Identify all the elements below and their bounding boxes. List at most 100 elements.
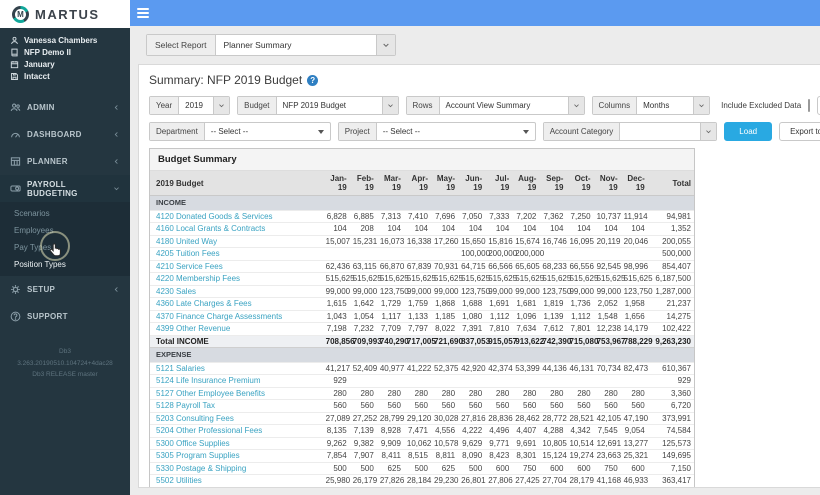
current-user: Vanessa Chambers (0, 34, 130, 46)
account-link[interactable]: 4370 Finance Charge Assessments (150, 310, 323, 323)
sidebar-item-support[interactable]: SUPPORT (0, 303, 130, 330)
account-link[interactable]: 5300 Office Supplies (150, 437, 323, 450)
value-cell: 15,674 (512, 235, 540, 248)
value-cell: 42,105 (593, 412, 621, 425)
chevron-down-icon[interactable] (693, 97, 710, 114)
sidebar-item-planner[interactable]: PLANNER (0, 148, 130, 175)
value-cell: 9,054 (620, 424, 648, 438)
value-cell: 515,625 (349, 272, 382, 286)
rows-select[interactable]: Account View Summary (440, 97, 568, 114)
value-cell: 500 (403, 462, 431, 475)
value-cell: 52,375 (431, 362, 458, 375)
account-link[interactable]: 4120 Donated Goods & Services (150, 210, 323, 223)
value-cell: 750 (593, 462, 621, 475)
year-select[interactable]: 2019 (179, 97, 213, 114)
department-select[interactable]: -- Select -- (205, 123, 330, 140)
sidebar-item-dashboard[interactable]: DASHBOARD (0, 121, 130, 148)
table-row: 5503 Janitorial Services12,82412,99313,7… (150, 487, 694, 488)
account-link[interactable]: 5330 Postage & Shipping (150, 462, 323, 475)
account-link[interactable]: 4230 Sales (150, 285, 323, 298)
value-cell: 1,681 (512, 297, 540, 311)
rows-filter: Rows Account View Summary (405, 96, 585, 115)
chevron-down-icon[interactable] (567, 97, 584, 114)
account-link[interactable]: 5204 Other Professional Fees (150, 424, 323, 438)
value-cell: 1,759 (403, 297, 431, 311)
value-cell: 929 (322, 374, 350, 388)
value-cell: 1,642 (349, 297, 377, 311)
sidebar-item-label: SUPPORT (27, 312, 68, 321)
chevron-down-icon[interactable] (700, 123, 717, 140)
account-link[interactable]: 5305 Program Supplies (150, 449, 323, 463)
value-cell: 8,301 (512, 449, 540, 463)
chevron-down-icon[interactable] (381, 97, 398, 114)
columns-filter: Columns Months (591, 96, 711, 115)
value-cell: 20,046 (620, 235, 648, 248)
value-cell: 70,734 (593, 362, 621, 375)
account-link[interactable]: 4160 Local Grants & Contracts (150, 222, 323, 236)
value-cell: 42,374 (485, 362, 513, 375)
export-to-excel-button[interactable]: Export to Excel (779, 122, 820, 141)
value-cell: 40,977 (376, 362, 404, 375)
sidebar-item-pay-types[interactable]: Pay Types (0, 239, 130, 256)
chevron-down-icon[interactable] (213, 97, 230, 114)
value-cell: 99,000 (512, 285, 540, 298)
sidebar-item-setup[interactable]: SETUP (0, 276, 130, 303)
account-link[interactable]: 5503 Janitorial Services (150, 487, 323, 488)
account-link[interactable]: 4205 Tuition Fees (150, 247, 323, 261)
account-link[interactable]: 5124 Life Insurance Premium (150, 374, 323, 388)
value-cell: 173,474 (648, 487, 694, 488)
include-excluded-checkbox[interactable] (808, 99, 811, 112)
project-select[interactable]: -- Select -- (377, 123, 535, 140)
account-category-select[interactable] (620, 123, 700, 140)
table-row: 4360 Late Charges & Fees 1,615 1,642 1,729 1… (150, 297, 694, 311)
include-excluded-label: Include Excluded Data (721, 101, 802, 110)
help-icon[interactable]: ? (307, 74, 319, 86)
account-link[interactable]: 5128 Payroll Tax (150, 399, 323, 413)
account-link[interactable]: 4180 United Way (150, 235, 323, 248)
account-link[interactable]: 4210 Service Fees (150, 260, 323, 273)
dashboard-icon (10, 129, 21, 140)
value-cell: 27,252 (349, 412, 377, 425)
sidebar-item-position-types[interactable]: Position Types (0, 256, 130, 273)
columns-label: Columns (592, 97, 638, 114)
sidebar-item-payroll-budgeting[interactable]: PAYROLL BUDGETING (0, 175, 130, 202)
value-cell: 1,729 (376, 297, 404, 311)
value-cell: 280 (431, 387, 459, 400)
sidebar-item-label: SETUP (27, 285, 56, 294)
budget-select[interactable]: NFP 2019 Budget (277, 97, 382, 114)
value-cell: 104 (322, 222, 350, 236)
chevron-down-icon[interactable] (375, 35, 395, 55)
columns-select[interactable]: Months (637, 97, 693, 114)
account-link[interactable]: 5127 Other Employee Benefits (150, 387, 323, 400)
value-cell: 99,000 (566, 285, 594, 298)
account-link[interactable]: 4220 Membership Fees (150, 272, 323, 286)
value-cell: 6,828 (322, 210, 350, 223)
account-link[interactable]: 5121 Salaries (150, 362, 323, 375)
value-cell: 7,709 (376, 322, 404, 336)
value-cell: 41,217 (322, 362, 350, 375)
account-link[interactable]: 4399 Other Revenue (150, 322, 323, 336)
sidebar-item-label: PAYROLL BUDGETING (27, 179, 78, 198)
value-cell: 63,115 (349, 260, 377, 273)
value-cell (539, 374, 567, 388)
account-link[interactable]: 5502 Utilities (150, 474, 323, 487)
value-cell: 10,514 (566, 437, 594, 450)
value-cell: 26,801 (458, 474, 486, 487)
value-cell: 7,696 (431, 210, 459, 223)
value-cell (431, 247, 459, 261)
project-label: Project (338, 123, 377, 140)
load-button[interactable]: Load (724, 122, 773, 141)
value-cell: 7,313 (376, 210, 404, 223)
hamburger-menu-icon[interactable] (137, 6, 149, 20)
account-link[interactable]: 4360 Late Charges & Fees (150, 297, 323, 311)
select-report-dropdown[interactable]: Planner Summary (216, 35, 376, 55)
table-row: 5124 Life Insurance Premium 929 929 (150, 374, 694, 388)
value-cell: 7,333 (485, 210, 513, 223)
sidebar-item-admin[interactable]: ADMIN (0, 94, 130, 121)
account-link[interactable]: 5203 Consulting Fees (150, 412, 323, 425)
value-cell: 1,819 (539, 297, 567, 311)
value-cell: 28,179 (566, 474, 594, 487)
value-cell: 28,799 (376, 412, 404, 425)
sidebar-item-employees[interactable]: Employees (0, 222, 130, 239)
sidebar-item-scenarios[interactable]: Scenarios (0, 205, 130, 222)
